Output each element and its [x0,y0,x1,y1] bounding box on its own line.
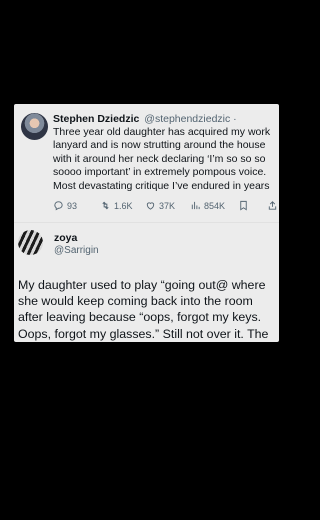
repost-icon [102,201,109,210]
author-handle[interactable]: @stephendziedzic · [144,113,236,125]
tweet-text: My daughter used to play “going out@ whe… [18,278,269,341]
tweet-text: Three year old daughter has acquired my … [53,126,271,192]
tweet-header: Stephen Dziedzic @stephendziedzic · [53,113,237,125]
tweet-stephen[interactable]: Stephen Dziedzic @stephendziedzic · Thre… [14,104,279,222]
views-count: 854K [204,200,226,211]
bar-chart-icon [191,201,200,210]
heart-icon [146,202,155,210]
avatar[interactable] [21,113,48,140]
reply-button[interactable]: 93 [53,200,77,211]
tweet-divider [14,222,279,223]
repost-count: 1.6K [114,200,133,211]
like-count: 37K [159,200,176,211]
reply-icon [54,201,63,211]
screenshot-card: Stephen Dziedzic @stephendziedzic · Thre… [14,104,279,342]
share-button[interactable] [267,200,278,211]
share-icon [268,201,277,210]
bookmark-icon [240,200,247,211]
views-button[interactable]: 854K [190,200,225,211]
author-handle[interactable]: @Sarrigin [54,245,99,256]
repost-button[interactable]: 1.6K [100,200,133,211]
tweet-actions: 93 1.6K 37K 854K [53,200,279,214]
avatar[interactable] [18,230,43,255]
bookmark-button[interactable] [238,200,249,211]
reply-count: 93 [67,200,78,211]
like-button[interactable]: 37K [145,200,175,211]
author-name[interactable]: zoya [54,232,77,244]
author-name[interactable]: Stephen Dziedzic [53,113,139,125]
